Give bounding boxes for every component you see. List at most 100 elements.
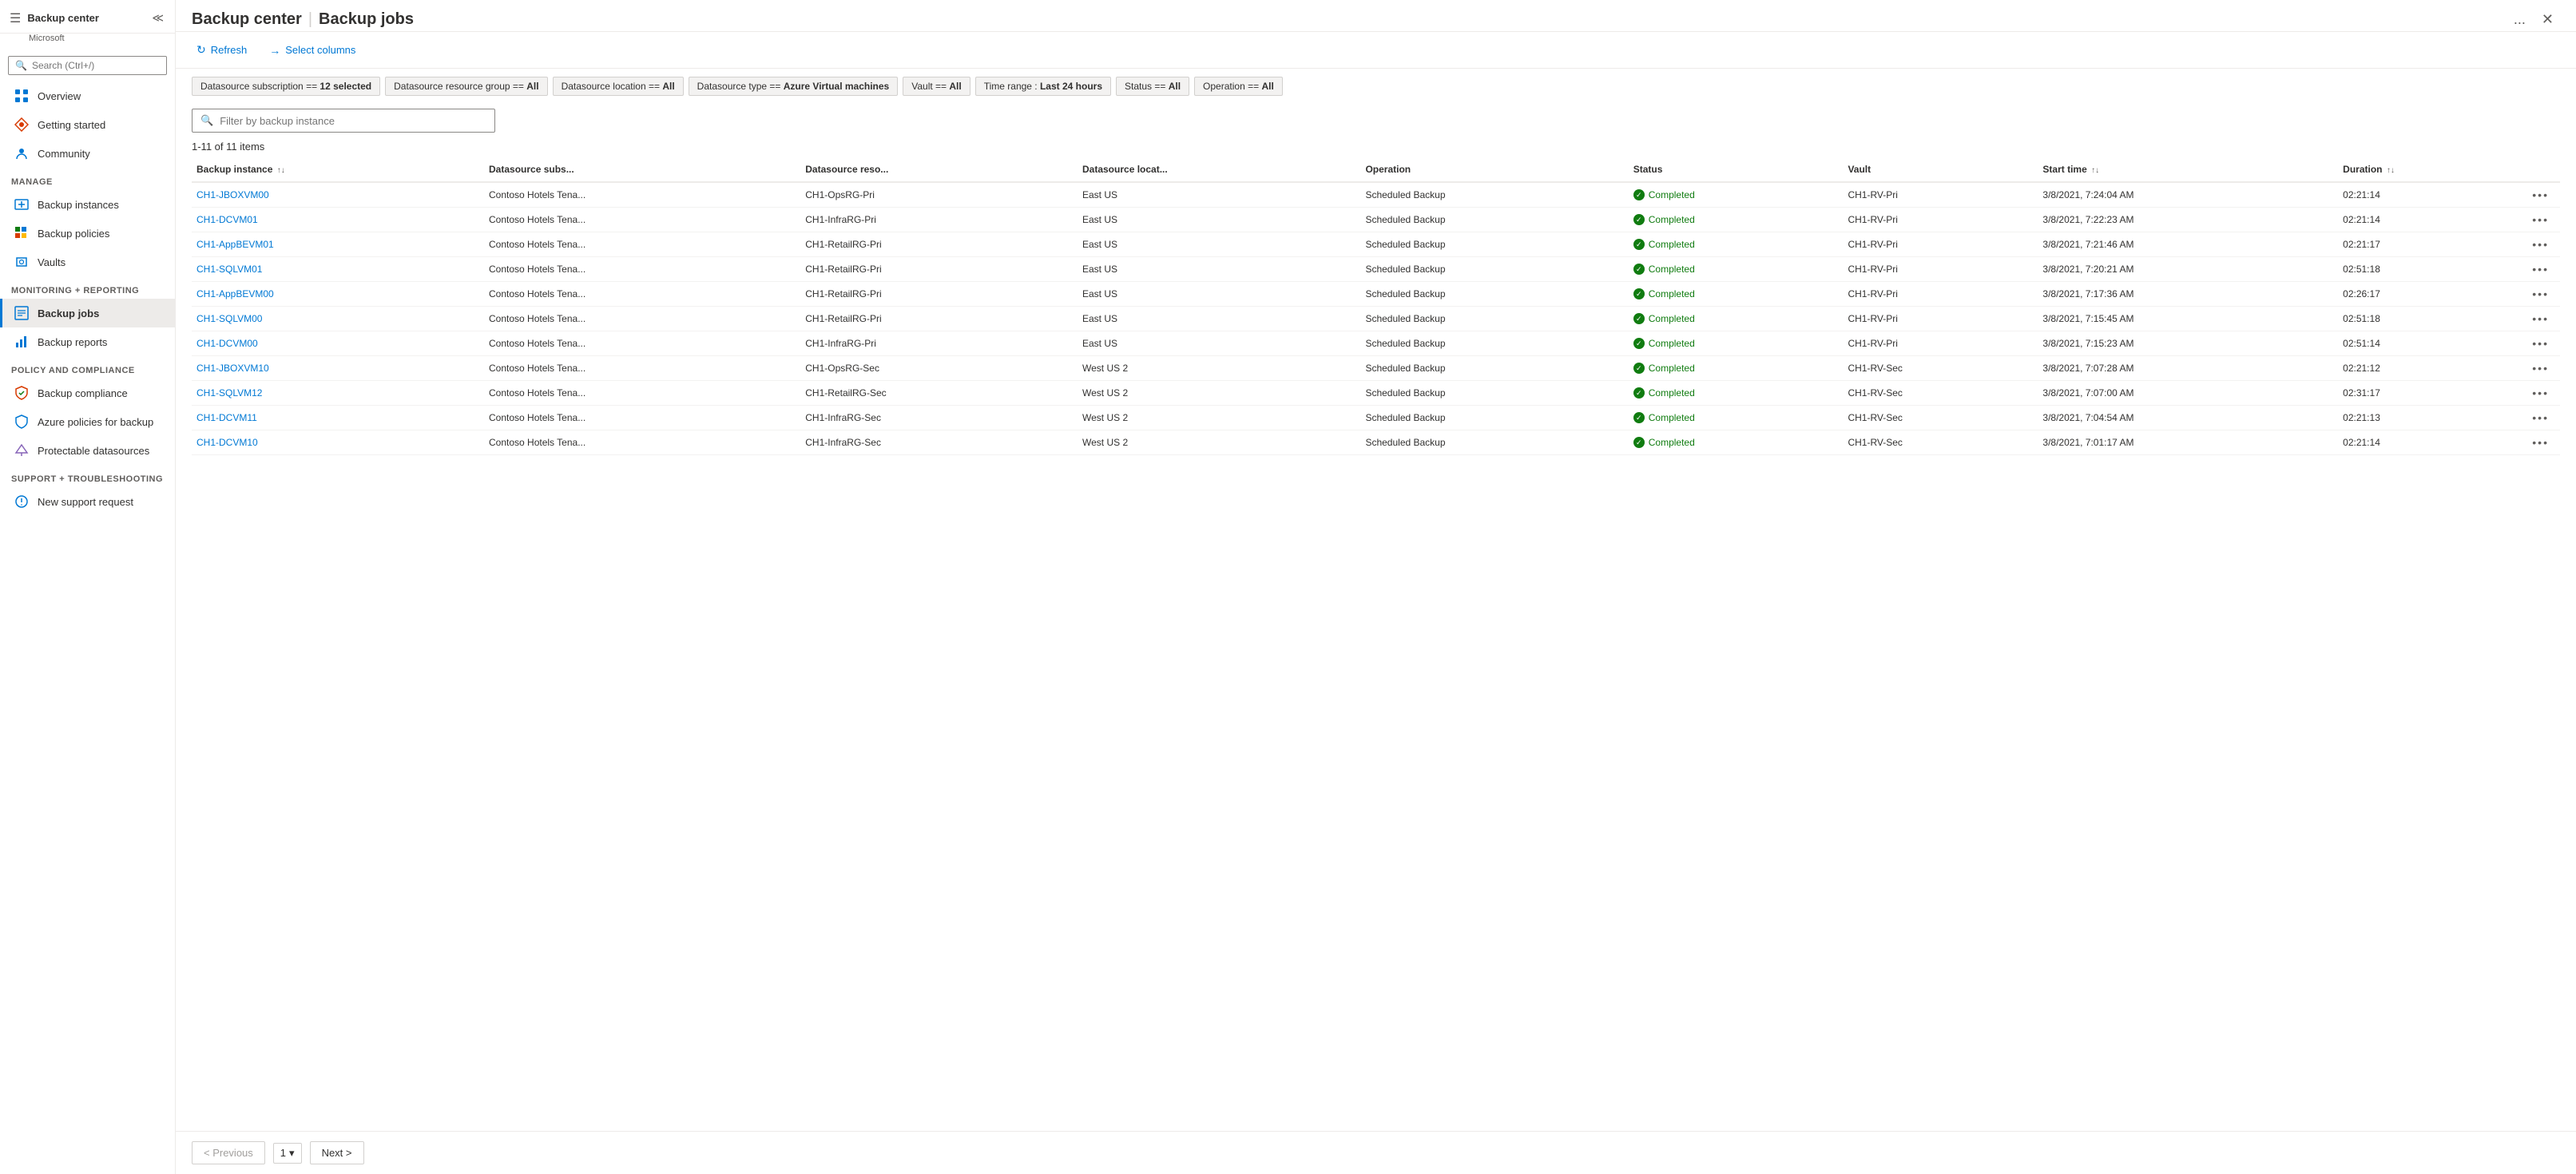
- previous-button[interactable]: < Previous: [192, 1141, 265, 1164]
- col-label: Status: [1633, 164, 1663, 175]
- close-button[interactable]: ✕: [2535, 8, 2560, 31]
- sidebar-item-overview[interactable]: Overview: [0, 81, 175, 110]
- cell-datasource-reso: CH1-RetailRG-Pri: [800, 257, 1078, 282]
- sidebar-item-label: Backup jobs: [38, 307, 99, 319]
- cell-row-actions[interactable]: •••: [2524, 208, 2560, 232]
- cell-row-actions[interactable]: •••: [2524, 257, 2560, 282]
- page-name: Backup jobs: [319, 10, 414, 29]
- row-actions-button[interactable]: •••: [2529, 385, 2552, 401]
- status-label: Completed: [1649, 437, 1695, 448]
- col-datasource-reso[interactable]: Datasource reso...: [800, 157, 1078, 182]
- hamburger-icon[interactable]: ☰: [10, 10, 21, 26]
- cell-row-actions[interactable]: •••: [2524, 381, 2560, 406]
- cell-duration: 02:31:17: [2338, 381, 2524, 406]
- items-count: 1-11 of 11 items: [176, 136, 2576, 157]
- col-start-time[interactable]: Start time ↑↓: [2038, 157, 2338, 182]
- cell-datasource-locat: West US 2: [1078, 356, 1360, 381]
- col-duration[interactable]: Duration ↑↓: [2338, 157, 2524, 182]
- col-status[interactable]: Status: [1629, 157, 1844, 182]
- cell-status: ✓ Completed: [1629, 430, 1844, 455]
- cell-datasource-locat: West US 2: [1078, 406, 1360, 430]
- filter-status[interactable]: Status == All: [1116, 77, 1189, 96]
- row-actions-button[interactable]: •••: [2529, 311, 2552, 327]
- cell-row-actions[interactable]: •••: [2524, 356, 2560, 381]
- sidebar-item-community[interactable]: Community: [0, 139, 175, 168]
- cell-start-time: 3/8/2021, 7:22:23 AM: [2038, 208, 2338, 232]
- filter-time-range[interactable]: Time range : Last 24 hours: [975, 77, 1111, 96]
- sidebar-search-box[interactable]: 🔍: [8, 56, 167, 75]
- sidebar-item-backup-instances[interactable]: Backup instances: [0, 190, 175, 219]
- cell-row-actions[interactable]: •••: [2524, 331, 2560, 356]
- page-select[interactable]: 1 ▾: [273, 1143, 302, 1164]
- collapse-sidebar-button[interactable]: ≪: [150, 10, 165, 26]
- col-operation[interactable]: Operation: [1360, 157, 1628, 182]
- cell-datasource-locat: East US: [1078, 182, 1360, 208]
- col-backup-instance[interactable]: Backup instance ↑↓: [192, 157, 484, 182]
- cell-vault: CH1-RV-Pri: [1843, 182, 2038, 208]
- sort-icon: ↑↓: [277, 166, 285, 175]
- cell-start-time: 3/8/2021, 7:15:23 AM: [2038, 331, 2338, 356]
- refresh-button[interactable]: ↻ Refresh: [192, 40, 252, 60]
- cell-row-actions[interactable]: •••: [2524, 430, 2560, 455]
- cell-backup-instance: CH1-DCVM11: [192, 406, 484, 430]
- filter-search-input[interactable]: [220, 115, 486, 127]
- cell-status: ✓ Completed: [1629, 307, 1844, 331]
- filter-datasource-location[interactable]: Datasource location == All: [553, 77, 684, 96]
- cell-duration: 02:21:17: [2338, 232, 2524, 257]
- sidebar-search-input[interactable]: [32, 60, 160, 71]
- sidebar-item-backup-policies[interactable]: Backup policies: [0, 219, 175, 248]
- sidebar: ☰ Backup center ≪ Microsoft 🔍 Overview: [0, 0, 176, 1174]
- cell-datasource-locat: West US 2: [1078, 381, 1360, 406]
- cell-operation: Scheduled Backup: [1360, 331, 1628, 356]
- cell-start-time: 3/8/2021, 7:17:36 AM: [2038, 282, 2338, 307]
- filter-operation[interactable]: Operation == All: [1194, 77, 1283, 96]
- next-button[interactable]: Next >: [310, 1141, 364, 1164]
- sidebar-item-vaults[interactable]: Vaults: [0, 248, 175, 276]
- row-actions-button[interactable]: •••: [2529, 434, 2552, 450]
- cell-status: ✓ Completed: [1629, 257, 1844, 282]
- row-actions-button[interactable]: •••: [2529, 187, 2552, 203]
- sidebar-item-getting-started[interactable]: Getting started: [0, 110, 175, 139]
- cell-datasource-locat: East US: [1078, 232, 1360, 257]
- top-actions: ... ✕: [2507, 8, 2560, 31]
- sidebar-item-backup-compliance[interactable]: Backup compliance: [0, 379, 175, 407]
- cell-datasource-locat: East US: [1078, 331, 1360, 356]
- select-columns-button[interactable]: → Select columns: [264, 41, 360, 60]
- sidebar-item-new-support-request[interactable]: New support request: [0, 487, 175, 516]
- cell-row-actions[interactable]: •••: [2524, 182, 2560, 208]
- row-actions-button[interactable]: •••: [2529, 410, 2552, 426]
- filter-vault[interactable]: Vault == All: [903, 77, 970, 96]
- row-actions-button[interactable]: •••: [2529, 236, 2552, 252]
- cell-row-actions[interactable]: •••: [2524, 232, 2560, 257]
- sidebar-item-protectable-datasources[interactable]: Protectable datasources: [0, 436, 175, 465]
- toolbar: ↻ Refresh → Select columns: [176, 32, 2576, 69]
- row-actions-button[interactable]: •••: [2529, 335, 2552, 351]
- filter-datasource-subscription[interactable]: Datasource subscription == 12 selected: [192, 77, 380, 96]
- sidebar-item-backup-reports[interactable]: Backup reports: [0, 327, 175, 356]
- col-datasource-locat[interactable]: Datasource locat...: [1078, 157, 1360, 182]
- row-actions-button[interactable]: •••: [2529, 360, 2552, 376]
- filter-datasource-type[interactable]: Datasource type == Azure Virtual machine…: [689, 77, 899, 96]
- status-label: Completed: [1649, 189, 1695, 200]
- cell-row-actions[interactable]: •••: [2524, 307, 2560, 331]
- cell-row-actions[interactable]: •••: [2524, 282, 2560, 307]
- row-actions-button[interactable]: •••: [2529, 261, 2552, 277]
- sidebar-item-azure-policies[interactable]: Azure policies for backup: [0, 407, 175, 436]
- row-actions-button[interactable]: •••: [2529, 286, 2552, 302]
- cell-start-time: 3/8/2021, 7:21:46 AM: [2038, 232, 2338, 257]
- more-options-button[interactable]: ...: [2507, 8, 2532, 31]
- col-datasource-subs[interactable]: Datasource subs...: [484, 157, 800, 182]
- filter-search-box[interactable]: 🔍: [192, 109, 495, 133]
- sidebar-item-backup-jobs[interactable]: Backup jobs: [0, 299, 175, 327]
- status-label: Completed: [1649, 412, 1695, 423]
- cell-duration: 02:51:14: [2338, 331, 2524, 356]
- select-columns-label: Select columns: [285, 44, 355, 56]
- col-label: Datasource locat...: [1082, 164, 1168, 175]
- cell-backup-instance: CH1-DCVM10: [192, 430, 484, 455]
- cell-row-actions[interactable]: •••: [2524, 406, 2560, 430]
- sidebar-item-label: Backup compliance: [38, 387, 128, 399]
- row-actions-button[interactable]: •••: [2529, 212, 2552, 228]
- col-vault[interactable]: Vault: [1843, 157, 2038, 182]
- table-container: Backup instance ↑↓ Datasource subs... Da…: [176, 157, 2576, 1131]
- filter-datasource-resource-group[interactable]: Datasource resource group == All: [385, 77, 547, 96]
